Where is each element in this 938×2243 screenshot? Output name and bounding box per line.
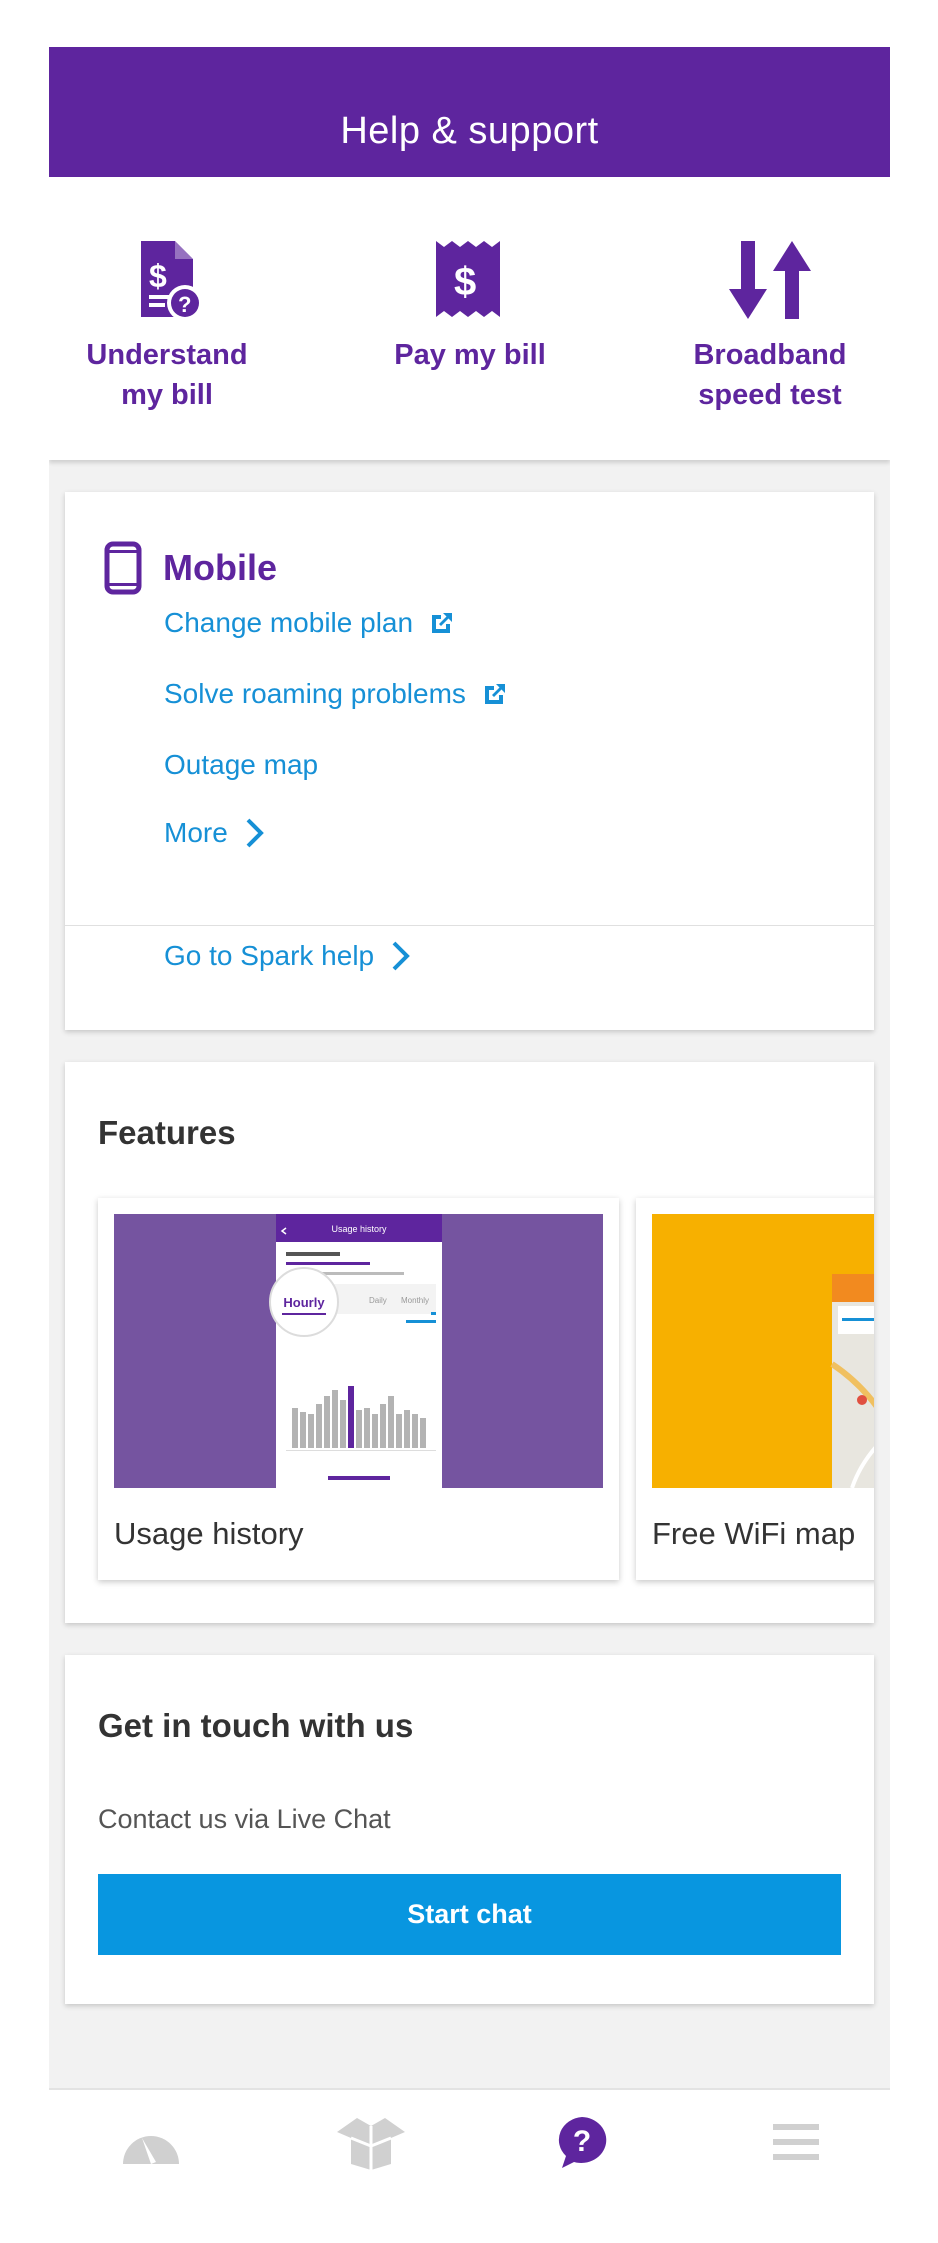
nav-menu-tab[interactable] bbox=[736, 2090, 856, 2194]
mobile-section-header: Mobile bbox=[104, 541, 277, 595]
bill-question-icon: $ ? bbox=[141, 241, 203, 321]
external-link-icon bbox=[484, 684, 505, 704]
nav-help-tab[interactable]: ? bbox=[522, 2090, 642, 2194]
contact-title: Get in touch with us bbox=[98, 1707, 414, 1744]
nav-usage-tab[interactable] bbox=[91, 2090, 211, 2194]
usage-history-screenshot: Usage history Daily Monthly Hourly bbox=[269, 1214, 442, 1488]
go-to-spark-help-link[interactable]: Go to Spark help bbox=[164, 940, 412, 972]
free-wifi-map-thumbnail bbox=[652, 1214, 874, 1488]
more-label: More bbox=[164, 817, 228, 848]
svg-text:?: ? bbox=[178, 292, 191, 317]
solve-roaming-problems-link[interactable]: Solve roaming problems bbox=[164, 678, 508, 710]
outage-map-label: Outage map bbox=[164, 749, 319, 780]
smartphone-icon bbox=[104, 541, 142, 595]
features-title: Features bbox=[98, 1114, 236, 1151]
start-chat-button[interactable]: Start chat bbox=[98, 1874, 841, 1955]
bottom-nav-bar: ? bbox=[49, 2088, 890, 2194]
contact-card: Get in touch with us Contact us via Live… bbox=[65, 1655, 874, 2004]
outage-map-link[interactable]: Outage map bbox=[164, 749, 318, 781]
svg-text:Daily: Daily bbox=[369, 1296, 387, 1305]
change-mobile-plan-link[interactable]: Change mobile plan bbox=[164, 607, 455, 639]
help-bubble-icon: ? bbox=[558, 2117, 607, 2168]
dollar-receipt-icon: $ bbox=[436, 241, 500, 317]
mobile-help-card: Mobile Change mobile plan Solve roaming … bbox=[65, 492, 874, 1030]
app-header: Help & support bbox=[49, 47, 890, 177]
go-to-spark-help-label: Go to Spark help bbox=[164, 940, 375, 971]
pay-my-bill-button[interactable]: $ Pay my bill bbox=[350, 237, 590, 375]
nav-products-tab[interactable] bbox=[311, 2090, 431, 2194]
change-mobile-plan-label: Change mobile plan bbox=[164, 607, 414, 638]
gauge-icon bbox=[123, 2136, 179, 2164]
feature-card-usage-history[interactable]: Usage history Daily Monthly Hourly Usage… bbox=[98, 1198, 619, 1580]
feature-card-free-wifi-map[interactable]: Free WiFi map bbox=[636, 1198, 874, 1580]
app-screen: Help & support $ ? Understand my bill $ … bbox=[49, 47, 890, 2194]
feature-label-free-wifi-map: Free WiFi map bbox=[652, 1516, 856, 1551]
card-divider bbox=[65, 925, 874, 926]
quick-actions-panel: $ ? Understand my bill $ Pay my bill Bro… bbox=[49, 177, 890, 460]
broadband-speed-test-label: Broadband speed test bbox=[693, 339, 847, 411]
svg-text:?: ? bbox=[573, 2125, 591, 2158]
svg-text:Monthly: Monthly bbox=[401, 1296, 429, 1305]
more-link[interactable]: More bbox=[164, 817, 266, 849]
features-card: Features Usage history Daily Monthly Hou… bbox=[65, 1062, 874, 1623]
menu-icon bbox=[773, 2124, 819, 2160]
package-icon bbox=[337, 2118, 405, 2170]
broadband-speed-test-button[interactable]: Broadband speed test bbox=[650, 237, 890, 415]
up-down-arrows-icon bbox=[729, 241, 811, 319]
pay-my-bill-label: Pay my bill bbox=[394, 339, 546, 371]
contact-subtitle: Contact us via Live Chat bbox=[98, 1804, 391, 1834]
features-carousel[interactable]: Usage history Daily Monthly Hourly Usage… bbox=[98, 1198, 874, 1580]
external-link-icon bbox=[432, 613, 453, 633]
usage-history-thumbnail: Usage history Daily Monthly Hourly bbox=[114, 1214, 603, 1488]
understand-my-bill-button[interactable]: $ ? Understand my bill bbox=[49, 237, 287, 415]
svg-text:Usage history: Usage history bbox=[331, 1224, 387, 1234]
mobile-section-title: Mobile bbox=[163, 547, 277, 588]
chevron-right-icon bbox=[246, 818, 264, 848]
page-title: Help & support bbox=[340, 110, 599, 152]
svg-text:$: $ bbox=[454, 260, 476, 304]
svg-text:$: $ bbox=[149, 258, 167, 294]
chevron-right-icon bbox=[392, 941, 410, 971]
feature-label-usage-history: Usage history bbox=[114, 1516, 304, 1551]
svg-text:Hourly: Hourly bbox=[283, 1295, 325, 1310]
understand-my-bill-label: Understand my bill bbox=[86, 339, 248, 411]
wifi-map-screenshot bbox=[830, 1274, 874, 1488]
solve-roaming-problems-label: Solve roaming problems bbox=[164, 678, 466, 709]
